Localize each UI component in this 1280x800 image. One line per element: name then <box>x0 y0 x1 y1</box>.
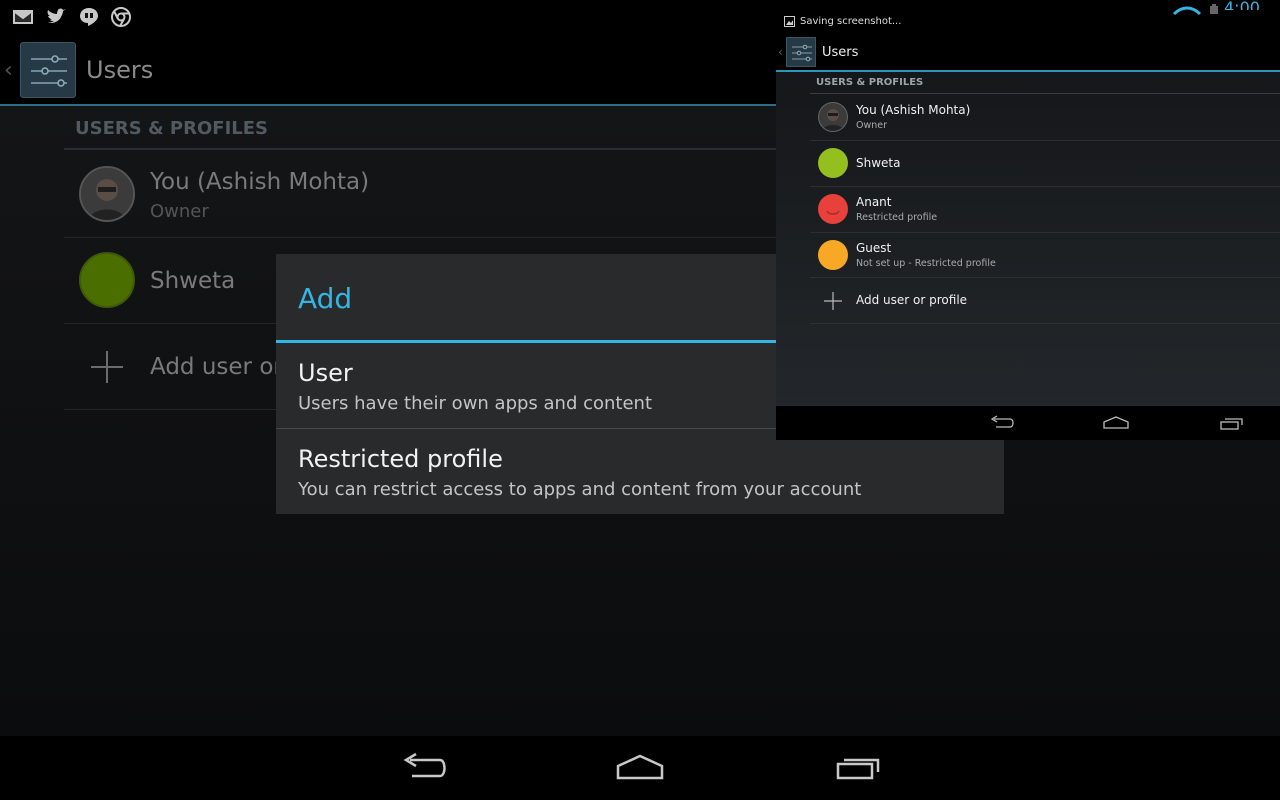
option-description: Users have their own apps and content <box>298 393 653 414</box>
inset-user-name[interactable]: You (Ashish Mohta) <box>856 103 970 117</box>
image-icon <box>784 16 795 27</box>
inset-user-name[interactable]: Guest <box>856 241 891 255</box>
option-title: User <box>298 359 353 387</box>
inset-users-content <box>776 72 1280 406</box>
row-divider <box>810 323 1280 324</box>
inset-user-name[interactable]: Anant <box>856 195 891 209</box>
inset-user-role: Owner <box>856 120 888 131</box>
chrome-icon <box>111 7 131 27</box>
inset-navigation-bar <box>776 406 1280 440</box>
up-navigation-icon[interactable]: ‹ <box>778 45 783 59</box>
dialog-option-restricted-profile[interactable]: Restricted profile You can restrict acce… <box>276 429 1004 515</box>
option-title: Restricted profile <box>298 445 503 473</box>
wifi-icon <box>1172 6 1202 16</box>
settings-app-icon[interactable] <box>786 37 816 67</box>
section-header: USERS & PROFILES <box>75 118 269 139</box>
clock: 4:00 <box>1224 0 1260 10</box>
user-avatar <box>79 252 135 308</box>
inset-section-header: USERS & PROFILES <box>816 77 924 88</box>
photo-avatar <box>79 166 135 222</box>
user-avatar[interactable] <box>818 240 848 270</box>
inset-add-user-label[interactable]: Add user or profile <box>856 293 967 307</box>
home-icon[interactable] <box>612 748 668 788</box>
back-icon[interactable] <box>988 414 1016 432</box>
inset-user-role: Restricted profile <box>856 212 938 223</box>
inset-page-title: Users <box>822 45 859 60</box>
dialog-title: Add <box>298 282 353 315</box>
settings-app-icon[interactable] <box>20 42 76 98</box>
back-icon[interactable] <box>396 748 452 788</box>
user-role: Owner <box>150 201 209 222</box>
up-navigation-icon[interactable]: ‹ <box>4 58 13 83</box>
photo-avatar[interactable] <box>818 102 848 132</box>
page-title: Users <box>86 56 154 84</box>
screenshot-preview: Saving screenshot... 4:00 ‹ Users USERS … <box>776 0 1280 440</box>
plus-icon <box>91 351 123 383</box>
row-divider <box>810 232 1280 233</box>
recent-apps-icon[interactable] <box>830 748 886 788</box>
inset-user-role: Not set up - Restricted profile <box>856 258 996 269</box>
inset-section-divider <box>810 93 1280 94</box>
row-divider <box>810 140 1280 141</box>
user-name: Shweta <box>150 268 236 294</box>
hangouts-icon <box>80 8 98 26</box>
inset-user-name[interactable]: Shweta <box>856 156 900 170</box>
recent-apps-icon[interactable] <box>1218 414 1246 432</box>
option-description: You can restrict access to apps and cont… <box>298 479 862 500</box>
row-divider <box>810 277 1280 278</box>
user-avatar[interactable] <box>818 148 848 178</box>
battery-icon <box>1210 4 1218 14</box>
user-name: You (Ashish Mohta) <box>150 169 370 195</box>
home-icon[interactable] <box>1102 414 1130 432</box>
saving-screenshot-text: Saving screenshot... <box>800 16 902 27</box>
plus-icon[interactable] <box>824 292 842 310</box>
twitter-icon <box>47 8 66 23</box>
row-divider <box>810 186 1280 187</box>
user-avatar[interactable] <box>818 194 848 224</box>
gmail-icon <box>13 10 33 24</box>
